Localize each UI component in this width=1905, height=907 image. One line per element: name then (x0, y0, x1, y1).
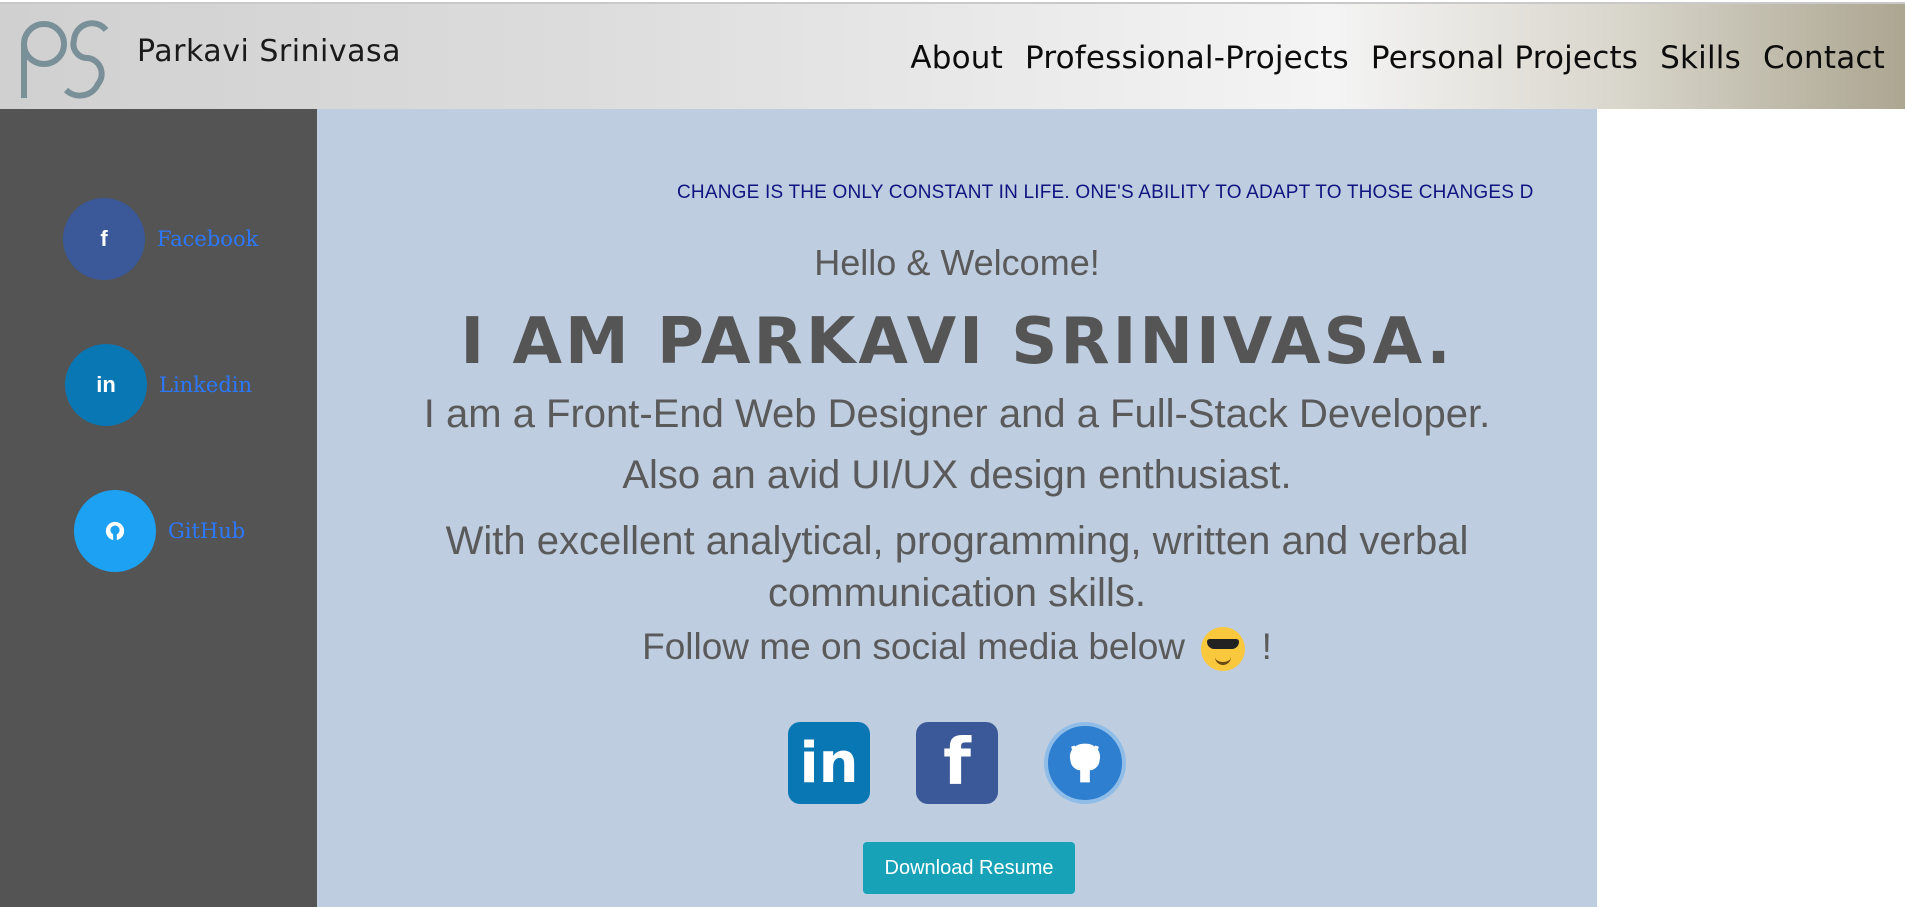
follow-line: Follow me on social media below ! (317, 626, 1597, 672)
quote-marquee: CHANGE IS THE ONLY CONSTANT IN LIFE. ONE… (677, 182, 1534, 203)
facebook-icon: f (63, 198, 145, 280)
nav-skills[interactable]: Skills (1660, 40, 1741, 76)
intro-line-1: I am a Front-End Web Designer and a Full… (423, 392, 1491, 436)
linkedin-glyph: in (96, 372, 116, 397)
sidebar-item-label: Facebook (157, 227, 259, 251)
github-octocat-icon (1058, 736, 1112, 790)
linkedin-glyph: in (799, 730, 859, 796)
github-icon[interactable] (1044, 722, 1126, 804)
nav-personal-projects[interactable]: Personal Projects (1371, 40, 1638, 76)
ps-logo-icon[interactable] (18, 18, 114, 100)
sidebar-item-facebook[interactable]: f Facebook (63, 198, 258, 280)
sidebar-item-label: Linkedin (159, 373, 253, 397)
social-icons-row: in f (317, 722, 1597, 804)
facebook-glyph: f (943, 726, 971, 800)
welcome-text: Hello & Welcome! (814, 242, 1100, 283)
main-nav: About Professional-Projects Personal Pro… (910, 40, 1885, 76)
sidebar-item-label: GitHub (168, 519, 246, 543)
linkedin-icon[interactable]: in (788, 722, 870, 804)
sidebar: f Facebook in Linkedin GitHub (0, 109, 317, 907)
facebook-icon[interactable]: f (916, 722, 998, 804)
facebook-glyph: f (100, 226, 108, 251)
sidebar-item-linkedin[interactable]: in Linkedin (65, 344, 252, 426)
intro-line-2: Also an avid UI/UX design enthusiast. (622, 453, 1292, 497)
nav-about[interactable]: About (910, 40, 1003, 76)
nav-contact[interactable]: Contact (1763, 40, 1885, 76)
nav-professional-projects[interactable]: Professional-Projects (1025, 40, 1349, 76)
sunglasses-emoji-icon (1201, 627, 1246, 672)
page-title: I AM PARKAVI SRINIVASA. (460, 305, 1454, 379)
intro-line-3: With excellent analytical, programming, … (445, 519, 1469, 615)
github-icon (74, 490, 156, 572)
github-glyph-icon (105, 521, 125, 541)
sidebar-item-github[interactable]: GitHub (74, 490, 245, 572)
follow-exclaim: ! (1261, 626, 1272, 667)
download-resume-button[interactable]: Download Resume (863, 842, 1075, 894)
hero-panel: CHANGE IS THE ONLY CONSTANT IN LIFE. ONE… (317, 109, 1597, 907)
linkedin-icon: in (65, 344, 147, 426)
follow-text: Follow me on social media below (642, 626, 1186, 667)
top-header: Parkavi Srinivasa About Professional-Pro… (0, 2, 1905, 109)
site-name[interactable]: Parkavi Srinivasa (137, 34, 401, 69)
